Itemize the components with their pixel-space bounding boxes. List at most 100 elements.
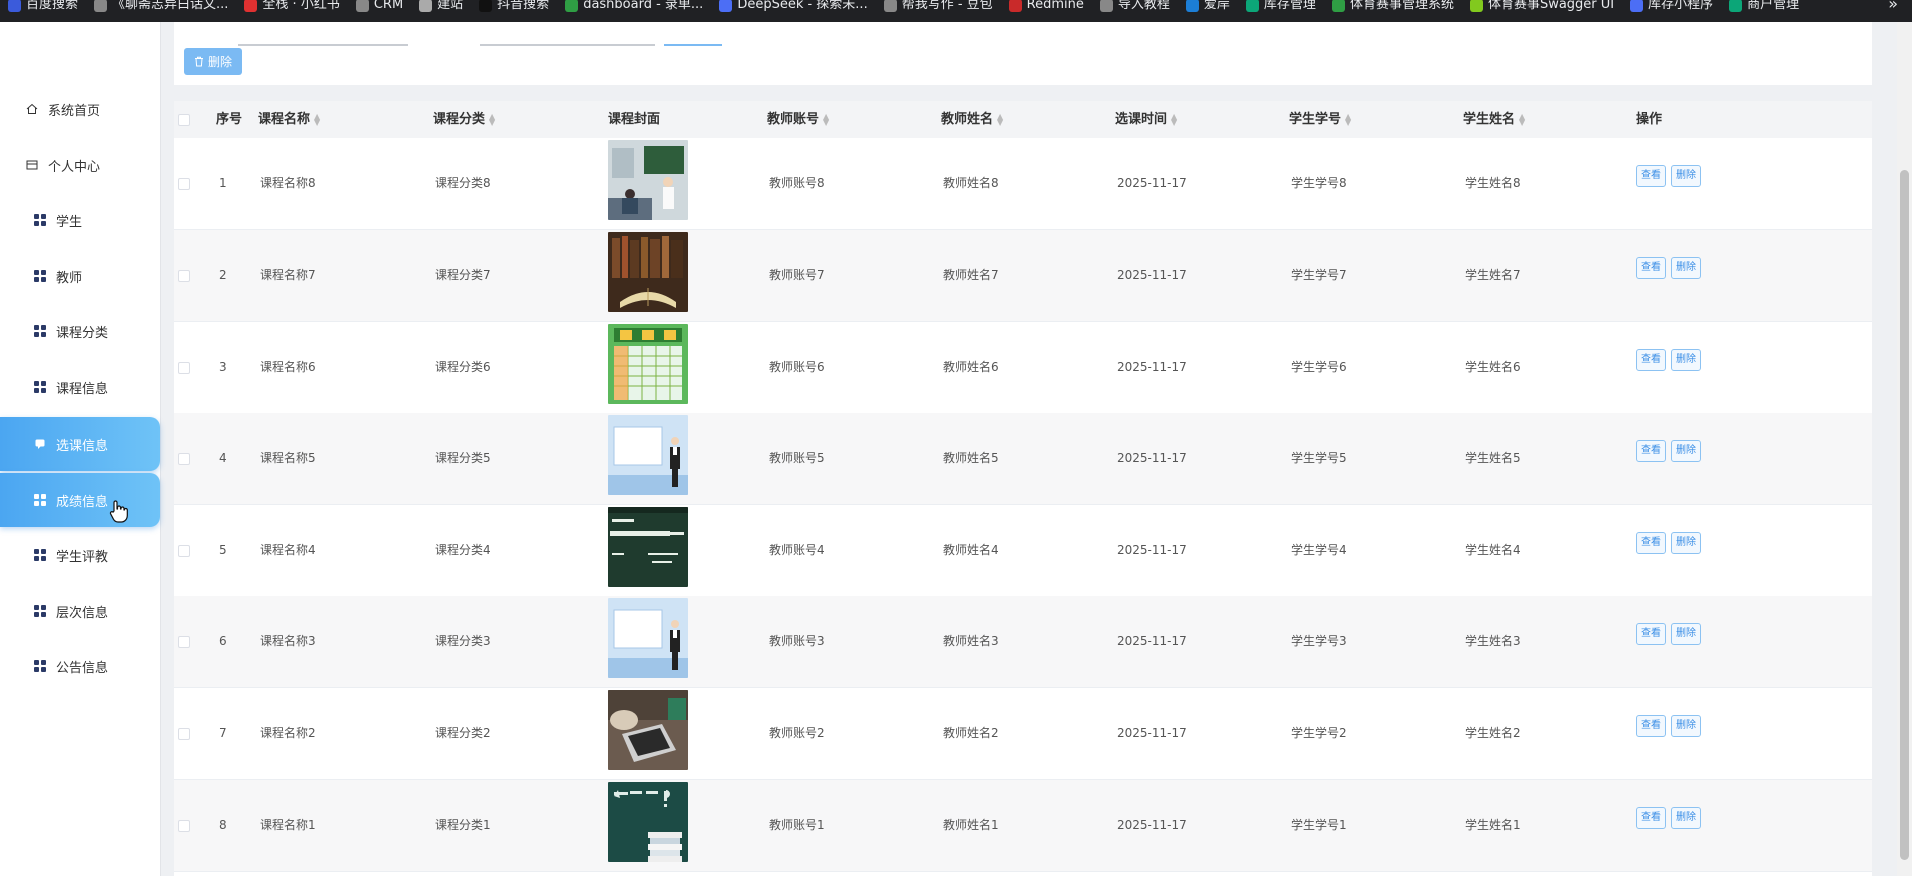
view-button[interactable]: 查看: [1636, 623, 1666, 645]
sort-caret-icon[interactable]: ▲ ▼: [1171, 112, 1177, 126]
sort-caret-icon[interactable]: ▲ ▼: [314, 112, 320, 126]
row-checkbox[interactable]: [178, 178, 190, 190]
sort-caret-icon[interactable]: ▲ ▼: [1345, 112, 1351, 126]
sort-caret-icon[interactable]: ▲ ▼: [823, 112, 829, 126]
sidebar-item[interactable]: 选课信息: [0, 417, 160, 471]
course-cover-image[interactable]: [608, 782, 688, 862]
sidebar-item[interactable]: 系统首页: [0, 82, 160, 136]
sidebar-item[interactable]: 公告信息: [0, 639, 160, 693]
bookmark-label: 体育赛事Swagger UI: [1487, 0, 1615, 12]
sidebar-item[interactable]: 个人中心: [0, 138, 160, 192]
course-cover-image[interactable]: [608, 690, 688, 770]
view-button[interactable]: 查看: [1636, 165, 1666, 187]
view-button[interactable]: 查看: [1636, 349, 1666, 371]
cell-teacher-name: 教师姓名1: [943, 818, 999, 832]
cell-category: 课程分类8: [435, 176, 491, 190]
column-header: 课程封面: [608, 101, 660, 138]
bookmark-item[interactable]: 商户管理: [1721, 0, 1807, 16]
cell-category: 课程分类5: [435, 451, 491, 465]
view-button[interactable]: 查看: [1636, 715, 1666, 737]
column-header[interactable]: 学生学号 ▲ ▼: [1289, 101, 1351, 138]
delete-button[interactable]: 删除: [1671, 532, 1701, 554]
delete-button[interactable]: 删除: [1671, 349, 1701, 371]
bookmark-label: 百度搜索: [26, 0, 79, 12]
cell-course: 课程名称7: [260, 268, 316, 282]
select-all-checkbox[interactable]: [178, 114, 190, 126]
bookmark-item[interactable]: 建站: [411, 0, 471, 16]
tab-remnant: [480, 44, 655, 46]
column-header[interactable]: 教师姓名 ▲ ▼: [941, 101, 1003, 138]
cell-no: 1: [219, 176, 227, 190]
view-button[interactable]: 查看: [1636, 532, 1666, 554]
bookmark-item[interactable]: 爱岸: [1178, 0, 1238, 16]
sort-caret-icon[interactable]: ▲ ▼: [1519, 112, 1525, 126]
row-checkbox[interactable]: [178, 362, 190, 374]
delete-button[interactable]: 删除: [1671, 807, 1701, 829]
column-header-label: 序号: [216, 112, 243, 127]
sort-caret-icon[interactable]: ▲ ▼: [997, 112, 1003, 126]
bookmark-item[interactable]: DeepSeek - 探索未...: [711, 0, 875, 16]
bookmark-item[interactable]: 全栈 · 小红书: [236, 0, 347, 16]
bookmark-item[interactable]: 抖音搜索: [471, 0, 557, 16]
course-cover-image[interactable]: [608, 324, 688, 404]
view-button[interactable]: 查看: [1636, 257, 1666, 279]
cell-time: 2025-11-17: [1117, 451, 1187, 465]
course-cover-image[interactable]: [608, 232, 688, 312]
bookmark-item[interactable]: 《聊斋志异白话文...: [86, 0, 236, 16]
course-cover-image[interactable]: [608, 140, 688, 220]
bookmark-item[interactable]: 导入教程: [1092, 0, 1178, 16]
bookmark-item[interactable]: 帮我写作 - 豆包: [876, 0, 1001, 16]
sidebar-item[interactable]: 成绩信息: [0, 473, 160, 527]
toolbar: 删除: [174, 22, 1872, 85]
bookmark-item[interactable]: 体育赛事管理系统: [1324, 0, 1462, 16]
sidebar-item[interactable]: 课程分类: [0, 304, 160, 358]
delete-button[interactable]: 删除: [1671, 623, 1701, 645]
column-header[interactable]: 选课时间 ▲ ▼: [1115, 101, 1177, 138]
column-header[interactable]: 教师账号 ▲ ▼: [767, 101, 829, 138]
delete-button[interactable]: 删除: [1671, 165, 1701, 187]
bookmark-item[interactable]: 百度搜索: [0, 0, 86, 16]
course-cover-image[interactable]: [608, 598, 688, 678]
bookmark-item[interactable]: dashboard - 录单...: [557, 0, 711, 16]
sidebar-item[interactable]: 课程信息: [0, 360, 160, 414]
bookmarks-overflow-icon[interactable]: »: [1888, 0, 1898, 13]
row-checkbox[interactable]: [178, 270, 190, 282]
page-scrollbar[interactable]: [1897, 22, 1912, 876]
column-header[interactable]: 课程分类 ▲ ▼: [433, 101, 495, 138]
cell-time: 2025-11-17: [1117, 818, 1187, 832]
delete-button[interactable]: 删除: [1671, 257, 1701, 279]
bookmark-item[interactable]: CRM: [348, 0, 411, 16]
delete-button[interactable]: 删除: [1671, 715, 1701, 737]
row-checkbox[interactable]: [178, 545, 190, 557]
delete-button[interactable]: 删除: [1671, 440, 1701, 462]
row-checkbox[interactable]: [178, 453, 190, 465]
bookmark-item[interactable]: 体育赛事Swagger UI: [1462, 0, 1622, 16]
cell-stu-no: 学生学号3: [1291, 634, 1347, 648]
sidebar-item[interactable]: 层次信息: [0, 584, 160, 638]
cell-no: 3: [219, 360, 227, 374]
bookmark-item[interactable]: 库存管理: [1238, 0, 1324, 16]
cell-no: 2: [219, 268, 227, 282]
cell-stu-no: 学生学号1: [1291, 818, 1347, 832]
cell-teacher-name: 教师姓名6: [943, 360, 999, 374]
view-button[interactable]: 查看: [1636, 440, 1666, 462]
column-header[interactable]: 学生姓名 ▲ ▼: [1463, 101, 1525, 138]
sidebar-item[interactable]: 教师: [0, 249, 160, 303]
table-header: 序号 课程名称 ▲ ▼ 课程分类 ▲ ▼ 课程封面 教师账号 ▲ ▼ 教师姓名 ▲ ▼ 选课时间 ▲ ▼ 学生学号…: [174, 101, 1872, 138]
cell-category: 课程分类6: [435, 360, 491, 374]
scrollbar-thumb[interactable]: [1900, 170, 1909, 860]
column-header[interactable]: 课程名称 ▲ ▼: [258, 101, 320, 138]
sidebar: 系统首页 个人中心 学生 教师 课程分类 课程信息 选课信息 成绩信息 学生评教 层次信息 公告信息: [0, 22, 161, 876]
bookmark-item[interactable]: Redmine: [1001, 0, 1092, 16]
sidebar-item[interactable]: 学生: [0, 193, 160, 247]
row-checkbox[interactable]: [178, 636, 190, 648]
view-button[interactable]: 查看: [1636, 807, 1666, 829]
bookmark-item[interactable]: 库存小程序: [1622, 0, 1721, 16]
sort-caret-icon[interactable]: ▲ ▼: [489, 112, 495, 126]
sidebar-item[interactable]: 学生评教: [0, 528, 160, 582]
row-checkbox[interactable]: [178, 728, 190, 740]
course-cover-image[interactable]: [608, 415, 688, 495]
course-cover-image[interactable]: [608, 507, 688, 587]
row-checkbox[interactable]: [178, 820, 190, 832]
batch-delete-button[interactable]: 删除: [184, 48, 242, 75]
